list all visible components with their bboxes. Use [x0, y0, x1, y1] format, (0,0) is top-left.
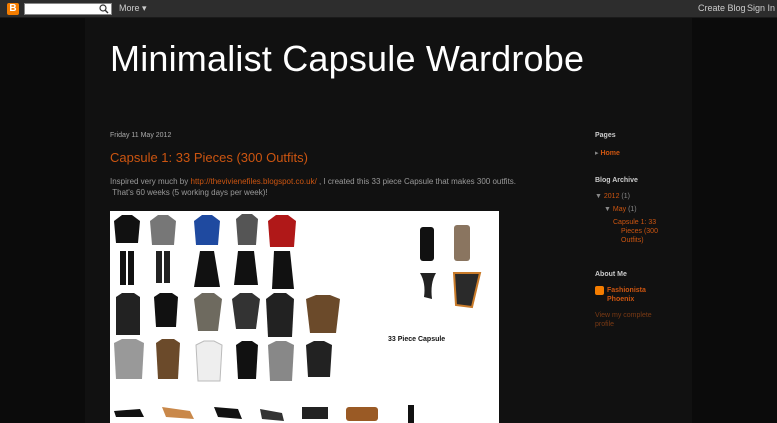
sidebar-item-home[interactable]: ▸ Home [595, 149, 620, 157]
archive-post-link[interactable]: Capsule 1: 33 Pieces (300 Outfits) [613, 218, 658, 245]
search-input[interactable] [24, 3, 112, 15]
triangle-down-icon[interactable]: ▼ [604, 206, 611, 213]
archive-year-count: (1) [621, 193, 630, 200]
archive-month-may[interactable]: ▼ May (1) [604, 206, 637, 213]
profile-name-line2: Phoenix [607, 296, 635, 303]
tops-row-1 [114, 214, 296, 247]
sign-in-link[interactable]: Sign In [747, 3, 775, 13]
capsule-collage-image[interactable]: 33 Piece Capsule [110, 211, 499, 423]
collage-caption: 33 Piece Capsule [388, 336, 445, 343]
archive-year-label: 2012 [603, 193, 620, 200]
about-heading: About Me [595, 271, 627, 278]
profile-icon[interactable] [595, 286, 604, 295]
triangle-down-icon[interactable]: ▼ [595, 193, 602, 200]
pages-heading: Pages [595, 132, 616, 139]
post-body-link[interactable]: http://thevivienefiles.blogspot.co.uk/ [191, 177, 317, 186]
archive-post-line2: Pieces (300 [621, 228, 658, 235]
more-label: More [119, 3, 140, 13]
shoes-row [114, 405, 414, 423]
archive-month-count: (1) [628, 206, 637, 213]
tops-row-2 [116, 293, 340, 337]
archive-post-line1: Capsule 1: 33 [613, 219, 657, 226]
search-icon[interactable] [99, 4, 109, 14]
post-body-rest: , I created this 33 piece Capsule that m… [319, 177, 517, 186]
archive-heading: Blog Archive [595, 177, 638, 184]
chevron-down-icon: ▾ [142, 3, 147, 13]
sidebar-item-home-label: Home [600, 150, 620, 157]
blog-title[interactable]: Minimalist Capsule Wardrobe [110, 38, 584, 80]
view-profile-line1: View my complete [595, 312, 652, 319]
archive-month-label: May [612, 206, 627, 213]
blogger-logo-icon[interactable]: B [7, 3, 19, 15]
outer-background [0, 18, 85, 423]
blogger-navbar: B More ▾ Create Blog Sign In [0, 0, 777, 18]
create-blog-link[interactable]: Create Blog [698, 3, 746, 13]
post-body-intro: Inspired very much by [110, 177, 189, 186]
view-profile-line2: profile [595, 321, 615, 328]
bottoms-row-1 [120, 251, 294, 289]
archive-post-line3: Outfits) [621, 237, 644, 244]
profile-name-line1: Fashionista [607, 287, 646, 294]
post-date: Friday 11 May 2012 [110, 132, 172, 139]
more-menu[interactable]: More ▾ [119, 3, 147, 14]
post-body-line2: That's 60 weeks (5 working days per week… [112, 188, 268, 197]
post-title[interactable]: Capsule 1: 33 Pieces (300 Outfits) [110, 150, 308, 165]
bullet-icon: ▸ [595, 150, 599, 157]
capsule-collage-drawing: 33 Piece Capsule [114, 214, 482, 423]
view-profile-link[interactable]: View my complete profile [595, 311, 652, 329]
post-body: Inspired very much by http://thevivienef… [110, 176, 550, 198]
profile-name-link[interactable]: Fashionista Phoenix [607, 286, 646, 304]
archive-year-2012[interactable]: ▼ 2012 (1) [595, 193, 630, 200]
tops-row-3 [114, 339, 332, 382]
